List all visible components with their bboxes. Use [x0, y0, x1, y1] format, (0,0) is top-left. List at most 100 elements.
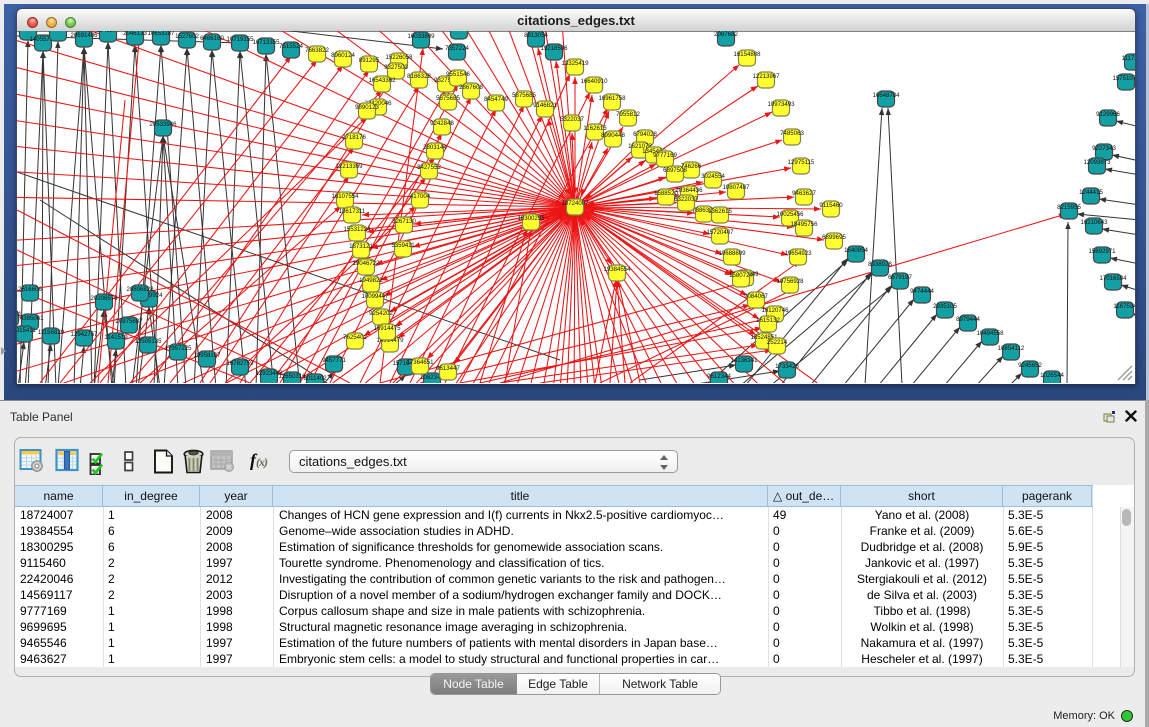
- svg-text:3024554: 3024554: [701, 173, 725, 180]
- svg-text:16543362: 16543362: [368, 77, 396, 84]
- svg-text:1405571: 1405571: [16, 25, 40, 32]
- svg-text:19756928: 19756928: [776, 278, 804, 285]
- svg-text:6322037: 6322037: [674, 196, 698, 203]
- svg-text:6466160: 6466160: [200, 35, 224, 42]
- svg-text:417004: 417004: [410, 193, 431, 200]
- svg-text:14136141: 14136141: [730, 357, 758, 364]
- svg-text:16961758: 16961758: [598, 95, 626, 102]
- svg-text:9463627: 9463627: [792, 190, 816, 197]
- svg-text:17364651: 17364651: [406, 359, 434, 366]
- svg-text:2616606: 2616606: [18, 286, 42, 293]
- svg-text:20206576: 20206576: [90, 295, 118, 302]
- svg-text:9227343: 9227343: [1092, 145, 1116, 152]
- svg-text:19046722: 19046722: [352, 260, 380, 267]
- svg-text:891295: 891295: [359, 57, 380, 64]
- svg-text:19218506: 19218506: [540, 45, 568, 52]
- svg-text:17016504: 17016504: [1099, 275, 1127, 282]
- svg-text:10973493: 10973493: [767, 101, 795, 108]
- svg-text:9612344: 9612344: [707, 373, 731, 380]
- svg-text:16782759: 16782759: [226, 360, 254, 367]
- svg-text:8813054: 8813054: [524, 32, 548, 39]
- svg-text:18724007: 18724007: [561, 200, 589, 207]
- svg-text:6679197: 6679197: [888, 274, 912, 281]
- svg-text:16914475: 16914475: [373, 325, 401, 332]
- svg-text:1733426: 1733426: [775, 363, 799, 370]
- svg-text:2718176: 2718176: [342, 134, 366, 141]
- svg-text:10025456: 10025456: [776, 211, 804, 218]
- svg-text:2069140: 2069140: [46, 26, 70, 33]
- svg-text:11156829: 11156829: [38, 329, 65, 336]
- svg-text:9327503: 9327503: [384, 64, 408, 71]
- svg-text:8990448: 8990448: [601, 132, 625, 139]
- svg-text:7357224: 7357224: [445, 45, 469, 52]
- svg-text:12093873: 12093873: [1083, 159, 1111, 166]
- svg-text:5359411: 5359411: [391, 242, 415, 249]
- svg-text:19384554: 19384554: [603, 266, 631, 273]
- svg-text:16648784: 16648784: [872, 92, 900, 99]
- svg-text:9313011: 9313011: [0, 311, 22, 318]
- svg-text:7515524: 7515524: [279, 43, 303, 50]
- svg-text:20806828: 20806828: [126, 286, 154, 293]
- svg-text:16033809: 16033809: [407, 33, 435, 40]
- svg-text:17957225: 17957225: [164, 345, 192, 352]
- svg-text:6899695: 6899695: [822, 234, 846, 241]
- svg-text:9613447: 9613447: [436, 365, 460, 372]
- svg-text:1841504: 1841504: [96, 27, 120, 34]
- svg-text:8186328: 8186328: [407, 73, 431, 80]
- svg-text:1640954: 1640954: [844, 247, 868, 254]
- svg-text:12505135: 12505135: [134, 338, 162, 345]
- svg-text:2803144: 2803144: [423, 144, 447, 151]
- svg-text:20533946: 20533946: [149, 121, 177, 128]
- svg-text:16107554: 16107554: [331, 193, 359, 200]
- svg-text:2867608: 2867608: [459, 84, 483, 91]
- svg-text:2046133: 2046133: [123, 30, 147, 37]
- svg-text:9115460: 9115460: [819, 202, 843, 209]
- svg-text:19654923: 19654923: [784, 250, 812, 257]
- svg-text:6897508: 6897508: [663, 167, 687, 174]
- svg-text:7251402: 7251402: [0, 324, 15, 331]
- svg-text:8454749: 8454749: [484, 96, 508, 103]
- svg-text:10719155: 10719155: [226, 36, 254, 43]
- svg-text:15226058: 15226058: [385, 54, 413, 61]
- svg-text:18300295: 18300295: [517, 215, 545, 222]
- svg-text:9242848: 9242848: [430, 120, 454, 127]
- svg-text:5875685: 5875685: [512, 92, 536, 99]
- svg-text:252214: 252214: [767, 339, 788, 346]
- svg-text:1362615: 1362615: [708, 208, 732, 215]
- svg-text:10494558: 10494558: [976, 330, 1004, 337]
- svg-text:12213967: 12213967: [752, 73, 780, 80]
- svg-text:12650316: 12650316: [278, 373, 306, 380]
- svg-text:16120746: 16120746: [761, 307, 789, 314]
- svg-text:9551546: 9551546: [446, 71, 470, 78]
- svg-text:10099447: 10099447: [361, 293, 389, 300]
- svg-text:20691406: 20691406: [70, 32, 98, 39]
- svg-text:1580724: 1580724: [729, 272, 753, 279]
- svg-text:16713355: 16713355: [252, 39, 280, 46]
- svg-text:3267130: 3267130: [392, 218, 416, 225]
- svg-text:9777169: 9777169: [653, 152, 677, 159]
- svg-text:10807487: 10807487: [722, 184, 750, 191]
- svg-text:20975887: 20975887: [115, 318, 143, 325]
- svg-text:13325419: 13325419: [561, 60, 589, 67]
- svg-text:3915411: 3915411: [12, 327, 36, 334]
- svg-text:7955812: 7955812: [616, 111, 640, 118]
- svg-text:1527602: 1527602: [175, 33, 199, 40]
- svg-text:12942757: 12942757: [70, 331, 98, 338]
- svg-text:9890123: 9890123: [355, 104, 379, 111]
- svg-text:15720407: 15720407: [706, 229, 734, 236]
- svg-text:9474444: 9474444: [910, 288, 934, 295]
- svg-text:9245652: 9245652: [1018, 362, 1042, 369]
- svg-text:18495756: 18495756: [790, 221, 818, 228]
- svg-text:5875685: 5875685: [436, 95, 460, 102]
- svg-text:16210643: 16210643: [1080, 219, 1108, 226]
- svg-text:9084067: 9084067: [744, 293, 768, 300]
- svg-text:12213369: 12213369: [335, 163, 363, 170]
- svg-text:2935105: 2935105: [933, 303, 957, 310]
- svg-text:1615132: 1615132: [756, 317, 780, 324]
- svg-text:9146821: 9146821: [533, 102, 557, 109]
- svg-text:10958107: 10958107: [193, 352, 221, 359]
- svg-text:1141519: 1141519: [104, 334, 128, 341]
- svg-text:10688609: 10688609: [718, 250, 746, 257]
- svg-text:7485063: 7485063: [780, 130, 804, 137]
- svg-text:15751074: 15751074: [1112, 75, 1140, 82]
